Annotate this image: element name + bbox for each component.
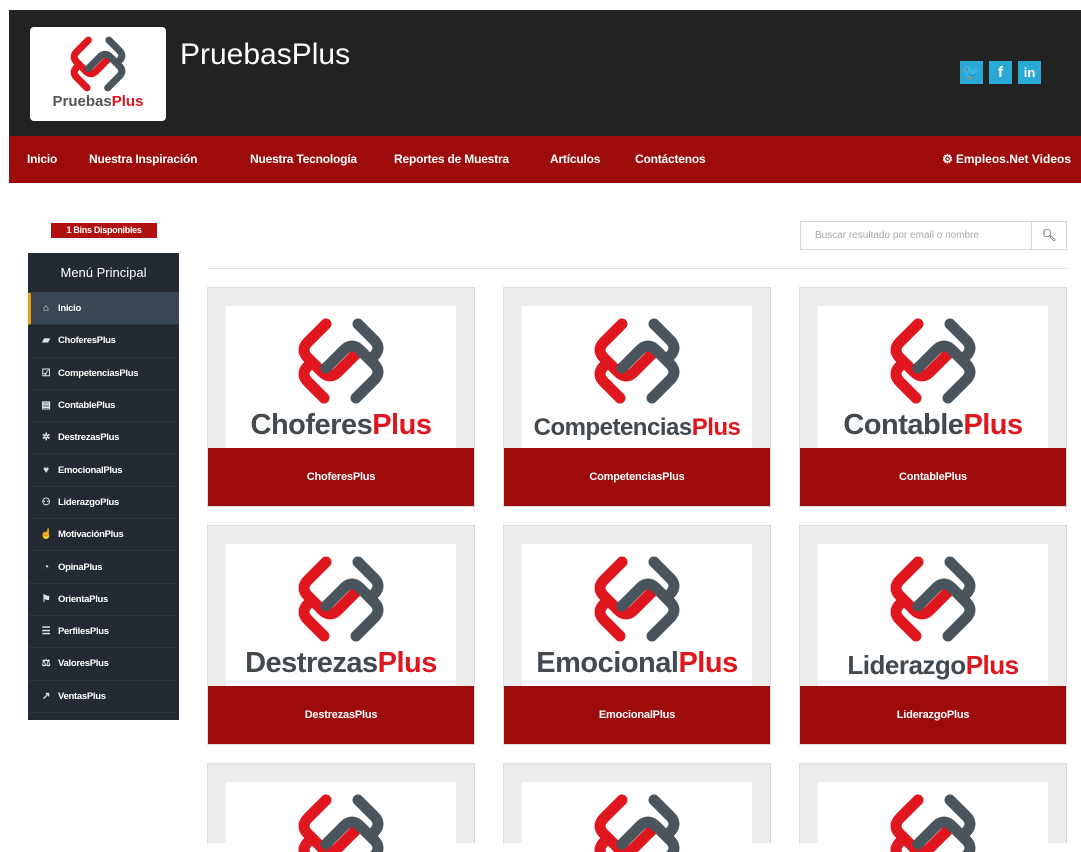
sidebar-item-orientaplus[interactable]: ⚑ OrientaPlus xyxy=(28,584,179,616)
card-label[interactable]: CompetenciasPlus xyxy=(504,448,770,506)
sidebar-item-motivacionplus[interactable]: ☝ MotivaciónPlus xyxy=(28,519,179,552)
search-button[interactable]: 🔍︎ xyxy=(1031,222,1066,249)
nav-nuestra-inspiracion[interactable]: Nuestra Inspiración xyxy=(89,152,197,166)
card-destrezasplus[interactable]: DestrezasPlus DestrezasPlus xyxy=(207,525,475,745)
product-logo-icon xyxy=(888,316,978,406)
sidebar-item-perfilesplus[interactable]: ☰ PerfilesPlus xyxy=(28,616,179,649)
facebook-icon[interactable]: f xyxy=(989,61,1012,84)
sidebar-item-ventasplus[interactable]: ↗ VentasPlus xyxy=(28,681,179,713)
card-logo-text: ChoferesPlus xyxy=(250,409,432,441)
card-liderazgoplus[interactable]: LiderazgoPlus LiderazgoPlus xyxy=(799,525,1067,745)
sidebar-item-destrezasplus[interactable]: ✲ DestrezasPlus xyxy=(28,422,179,455)
product-logo-icon xyxy=(296,554,386,644)
main-nav: Inicio Nuestra Inspiración Nuestra Tecno… xyxy=(9,136,1081,183)
calculator-icon: ▤ xyxy=(41,400,51,412)
gears-icon: ✲ xyxy=(41,432,51,444)
balance-icon: ⚖ xyxy=(41,658,51,670)
card-label[interactable]: DestrezasPlus xyxy=(208,686,474,744)
card-image: ContablePlus xyxy=(818,306,1048,449)
search-icon: 🔍︎ xyxy=(1041,228,1057,242)
nav-empleos-videos[interactable]: ⚙ Empleos.Net Videos xyxy=(942,152,1071,166)
card-choferesplus[interactable]: ChoferesPlus ChoferesPlus xyxy=(207,287,475,507)
product-logo-icon xyxy=(296,792,386,852)
card-image: LiderazgoPlus xyxy=(818,544,1048,687)
sidebar-item-inicio[interactable]: ⌂ Inicio xyxy=(28,293,179,326)
product-logo-icon xyxy=(888,554,978,644)
product-logo-icon xyxy=(572,792,702,852)
logo-text: PruebasPlus xyxy=(52,93,144,110)
thumbs-up-icon: ☝ xyxy=(40,529,53,541)
search-box: 🔍︎ xyxy=(800,221,1067,250)
sidebar-item-competenciasplus[interactable]: ☑ CompetenciasPlus xyxy=(28,358,179,390)
card-logo-text: DestrezasPlus xyxy=(245,647,437,679)
nav-nuestra-tecnologia[interactable]: Nuestra Tecnología xyxy=(250,152,357,166)
sidebar-item-emocionalplus[interactable]: ♥ EmocionalPlus xyxy=(28,454,179,487)
card-image xyxy=(818,782,1048,852)
card-image: EmocionalPlus xyxy=(522,544,752,687)
sidebar-item-liderazgoplus[interactable]: ⚇ LiderazgoPlus xyxy=(28,487,179,520)
card-logo-text: ContablePlus xyxy=(843,409,1023,441)
site-header: PruebasPlus PruebasPlus 🐦 f in xyxy=(9,10,1081,136)
card-partial[interactable] xyxy=(503,763,771,852)
card-label[interactable]: LiderazgoPlus xyxy=(800,686,1066,744)
card-image: ChoferesPlus xyxy=(226,306,456,449)
card-image xyxy=(226,782,456,852)
card-logo-text: LiderazgoPlus xyxy=(847,650,1019,680)
home-icon: ⌂ xyxy=(43,303,49,315)
signpost-icon: ⚑ xyxy=(41,593,51,605)
sidebar-item-choferesplus[interactable]: ▰ ChoferesPlus xyxy=(28,325,179,358)
bins-badge: 1 Bins Disponibles xyxy=(51,223,157,238)
card-partial[interactable] xyxy=(799,763,1067,852)
product-logo-icon xyxy=(296,316,386,406)
logo-mark-icon xyxy=(68,35,128,93)
product-logo-icon xyxy=(888,792,978,852)
checkbox-icon: ☑ xyxy=(41,367,51,379)
linkedin-icon[interactable]: in xyxy=(1018,61,1041,84)
nav-contactenos[interactable]: Contáctenos xyxy=(635,152,706,166)
users-icon: ⚇ xyxy=(41,496,51,508)
line-chart-icon: ↗ xyxy=(41,690,51,702)
card-partial[interactable] xyxy=(207,763,475,852)
site-logo[interactable]: PruebasPlus xyxy=(30,27,166,121)
card-competenciasplus[interactable]: CompetenciasPlus CompetenciasPlus xyxy=(503,287,771,507)
gear-icon: ⚙ xyxy=(942,152,953,166)
comments-icon: ◔ xyxy=(43,561,49,573)
search-input[interactable] xyxy=(801,222,1031,249)
sidebar-menu: Menú Principal ⌂ Inicio ▰ ChoferesPlus ☑ Co… xyxy=(28,253,179,720)
list-icon: ☰ xyxy=(41,626,51,638)
card-contableplus[interactable]: ContablePlus ContablePlus xyxy=(799,287,1067,507)
card-image: CompetenciasPlus xyxy=(522,306,752,449)
card-label[interactable]: ContablePlus xyxy=(800,448,1066,506)
twitter-icon[interactable]: 🐦 xyxy=(960,61,983,84)
product-logo-icon xyxy=(592,316,682,406)
nav-articulos[interactable]: Artículos xyxy=(550,152,600,166)
card-emocionalplus[interactable]: EmocionalPlus EmocionalPlus xyxy=(503,525,771,745)
heartbeat-icon: ♥ xyxy=(43,464,49,476)
card-logo-text: CompetenciasPlus xyxy=(533,414,741,441)
nav-inicio[interactable]: Inicio xyxy=(27,152,57,166)
card-label[interactable]: EmocionalPlus xyxy=(504,686,770,744)
card-image: DestrezasPlus xyxy=(226,544,456,687)
site-title[interactable]: PruebasPlus xyxy=(180,38,350,72)
product-logo-icon xyxy=(592,554,682,644)
nav-reportes-de-muestra[interactable]: Reportes de Muestra xyxy=(394,152,509,166)
sidebar-item-opinaplus[interactable]: ◔ OpinaPlus xyxy=(28,551,179,584)
card-logo-text: EmocionalPlus xyxy=(536,647,738,679)
card-image xyxy=(522,782,752,852)
sidebar-title: Menú Principal xyxy=(28,253,179,293)
card-label[interactable]: ChoferesPlus xyxy=(208,448,474,506)
sidebar-item-valoresplus[interactable]: ⚖ ValoresPlus xyxy=(28,648,179,681)
car-icon: ▰ xyxy=(42,335,50,347)
sidebar-item-contableplus[interactable]: ▤ ContablePlus xyxy=(28,390,179,423)
content-divider xyxy=(207,268,1067,269)
